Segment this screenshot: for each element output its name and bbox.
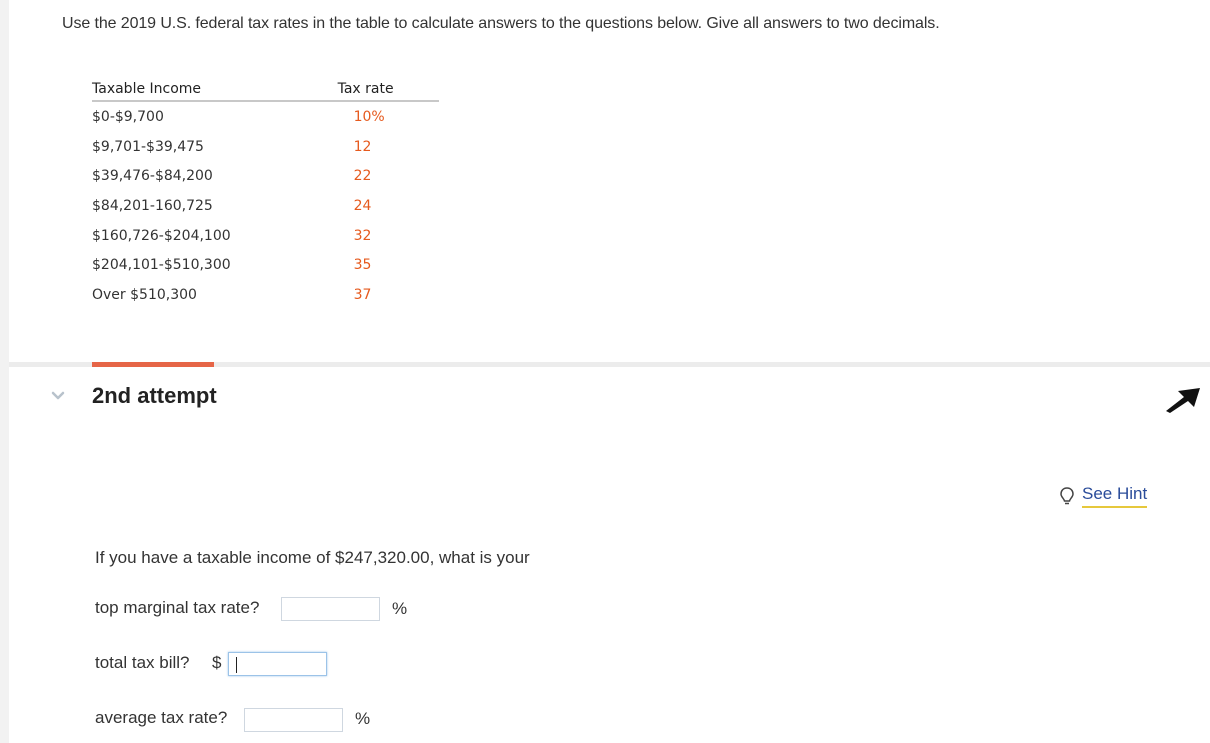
q2-label: total tax bill? <box>95 653 190 672</box>
question-prompt: If you have a taxable income of $247,320… <box>95 548 530 567</box>
header-taxable-income: Taxable Income <box>92 77 294 102</box>
table-row: $39,476-$84,200 22 <box>92 161 439 191</box>
see-hint-link[interactable]: See Hint <box>1058 484 1148 508</box>
left-rail <box>0 0 9 743</box>
attempt-accent-bar <box>92 362 214 367</box>
income-cell: $0-$9,700 <box>92 108 164 125</box>
instructions-text: Use the 2019 U.S. federal tax rates in t… <box>62 15 940 32</box>
income-cell: $39,476-$84,200 <box>92 168 213 185</box>
header-tax-rate: Tax rate <box>293 77 439 102</box>
table-row: $0-$9,700 10% <box>92 101 439 132</box>
see-hint-label[interactable]: See Hint <box>1082 484 1148 508</box>
q3-label: average tax rate? <box>95 708 228 727</box>
rate-cell: 35 <box>353 257 372 274</box>
table-row: Over $510,300 37 <box>92 280 439 310</box>
pointer-arrow-icon <box>1166 388 1200 413</box>
table-row: $204,101-$510,300 35 <box>92 250 439 280</box>
q1-label: top marginal tax rate? <box>95 598 260 617</box>
attempt-title: 2nd attempt <box>92 383 217 408</box>
table-row: $84,201-160,725 24 <box>92 191 439 221</box>
rate-cell: 32 <box>353 227 372 244</box>
text-cursor <box>236 657 237 673</box>
chevron-down-icon[interactable] <box>51 391 65 401</box>
rate-cell: 24 <box>353 197 372 214</box>
tax-rate-table: Taxable Income Tax rate $0-$9,700 10% $9… <box>92 77 439 310</box>
total-tax-bill-input[interactable] <box>228 652 327 676</box>
table-row: $9,701-$39,475 12 <box>92 132 439 162</box>
q2-prefix: $ <box>212 653 222 672</box>
lightbulb-icon <box>1060 487 1074 505</box>
q1-unit: % <box>392 599 408 618</box>
income-cell: $9,701-$39,475 <box>92 138 204 155</box>
rate-cell: 22 <box>353 168 372 185</box>
income-cell: $84,201-160,725 <box>92 197 213 214</box>
income-cell: Over $510,300 <box>92 286 197 303</box>
table-header-row: Taxable Income Tax rate <box>92 77 439 102</box>
q3-unit: % <box>355 709 371 728</box>
rate-cell: 12 <box>353 138 372 155</box>
average-tax-rate-input[interactable] <box>244 708 343 732</box>
rate-cell: 10% <box>353 108 385 125</box>
top-marginal-rate-input[interactable] <box>281 597 380 621</box>
income-cell: $160,726-$204,100 <box>92 227 231 244</box>
income-cell: $204,101-$510,300 <box>92 257 231 274</box>
rate-cell: 37 <box>353 286 372 303</box>
table-row: $160,726-$204,100 32 <box>92 221 439 251</box>
